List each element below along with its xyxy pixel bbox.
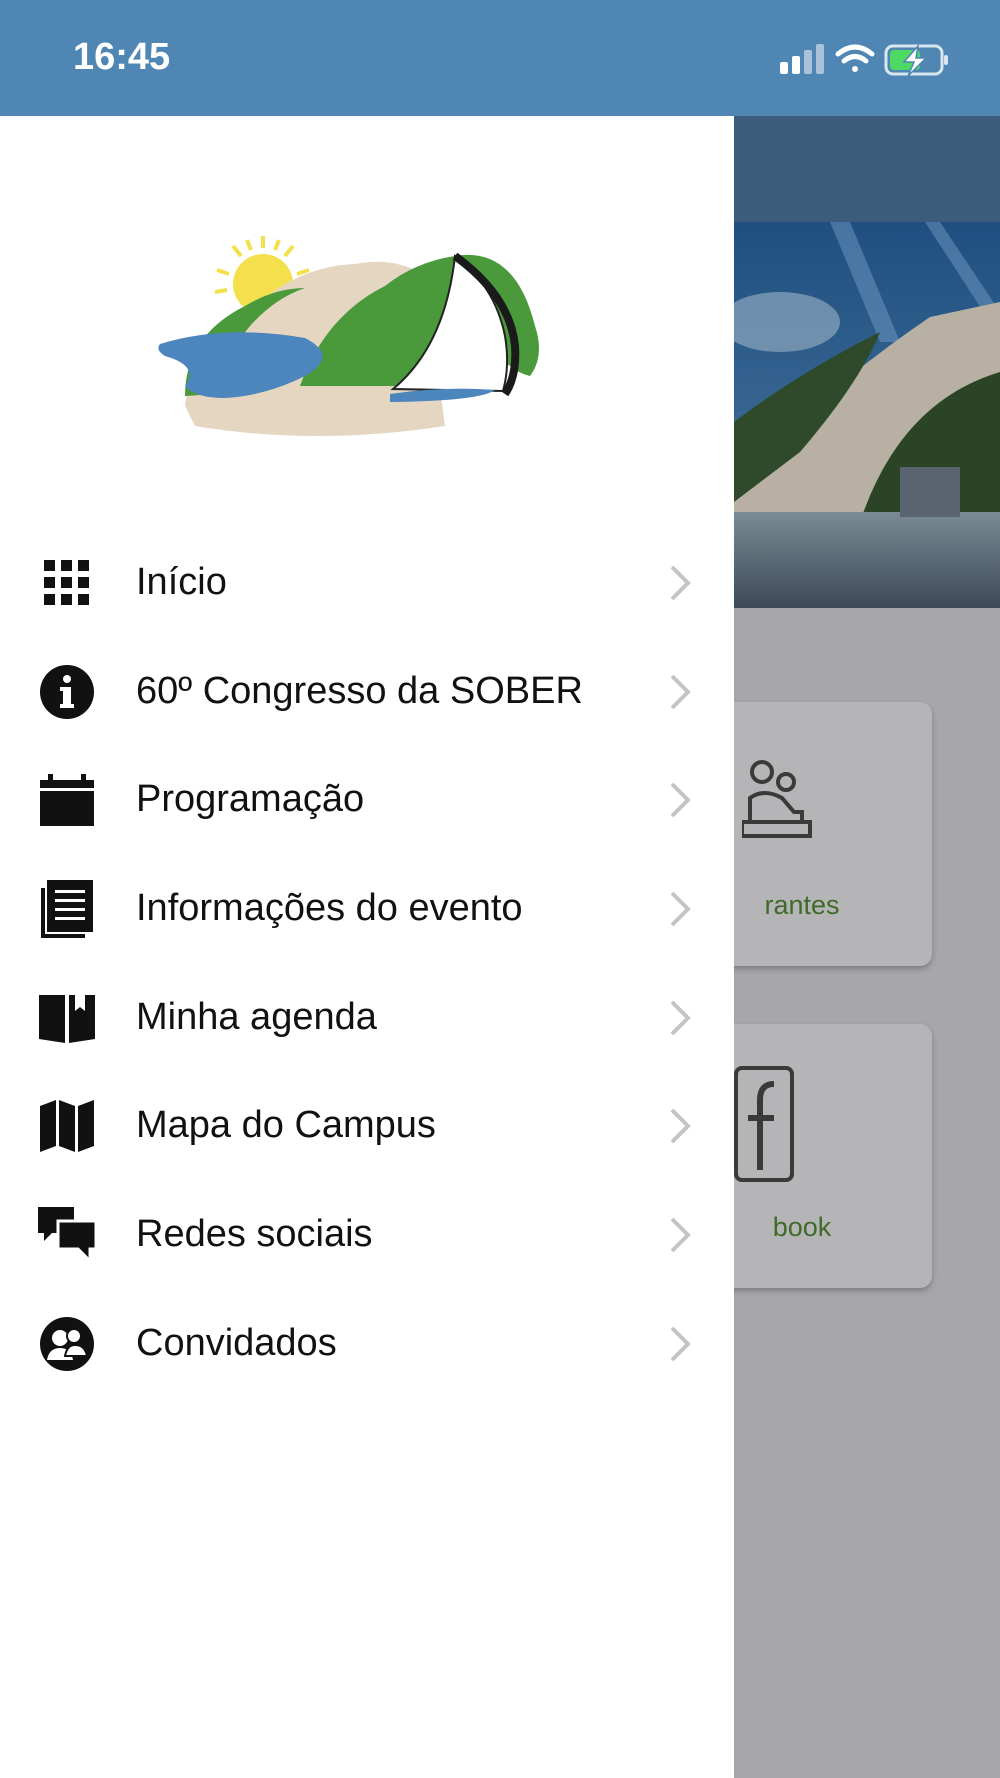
- menu-item-label: 60º Congresso da SOBER: [136, 669, 583, 712]
- chevron-right-icon: [670, 1109, 691, 1144]
- chevron-right-icon: [670, 674, 691, 710]
- map-icon: [38, 1097, 96, 1155]
- wifi-icon: [835, 44, 875, 72]
- menu-item-mapa-do-campus[interactable]: Mapa do Campus: [0, 1070, 734, 1179]
- navigation-drawer: Início 60º Congresso da SOBER Programaçã…: [0, 116, 734, 1778]
- menu-item-label: Início: [136, 561, 227, 603]
- document-icon: [38, 880, 96, 939]
- chevron-right-icon: [670, 1217, 691, 1253]
- menu-item-inicio[interactable]: Início: [0, 527, 734, 636]
- menu-item-programacao[interactable]: Programação: [0, 744, 734, 853]
- chevron-right-icon: [670, 1000, 691, 1036]
- facebook-icon: [734, 1066, 794, 1182]
- menu-item-label: Convidados: [136, 1321, 337, 1364]
- menu-item-minha-agenda[interactable]: Minha agenda: [0, 962, 734, 1071]
- background-card-speakers-label: rantes: [764, 890, 840, 920]
- menu-item-redes-sociais[interactable]: Redes sociais: [0, 1179, 734, 1288]
- chevron-right-icon: [670, 565, 691, 601]
- menu-item-convidados[interactable]: Convidados: [0, 1288, 734, 1397]
- speaker-podium-icon: [742, 760, 812, 838]
- chevron-right-icon: [670, 1326, 691, 1362]
- status-bar: 16:45: [0, 0, 1000, 116]
- status-icons: [780, 40, 960, 80]
- info-icon: [38, 663, 96, 721]
- menu-item-label: Programação: [136, 778, 365, 821]
- calendar-icon: [38, 771, 96, 829]
- chevron-right-icon: [670, 782, 691, 818]
- drawer-menu: Início 60º Congresso da SOBER Programaçã…: [0, 527, 734, 1397]
- chevron-right-icon: [670, 891, 691, 927]
- menu-item-congresso[interactable]: 60º Congresso da SOBER: [0, 636, 734, 745]
- status-time: 16:45: [73, 36, 171, 78]
- chat-bubbles-icon: [38, 1206, 96, 1264]
- menu-item-label: Mapa do Campus: [136, 1104, 436, 1147]
- menu-item-informacoes[interactable]: Informações do evento: [0, 853, 734, 962]
- guests-icon: [38, 1315, 96, 1373]
- background-card-facebook-label: book: [772, 1212, 832, 1242]
- menu-item-label: Redes sociais: [136, 1213, 373, 1256]
- menu-item-label: Minha agenda: [136, 995, 377, 1038]
- menu-item-label: Informações do evento: [136, 887, 523, 930]
- grid-icon: [38, 554, 96, 612]
- bookmark-book-icon: [38, 989, 96, 1047]
- signal-icon: [780, 44, 824, 74]
- battery-charging-icon: [884, 43, 948, 77]
- congress-logo: [155, 226, 555, 466]
